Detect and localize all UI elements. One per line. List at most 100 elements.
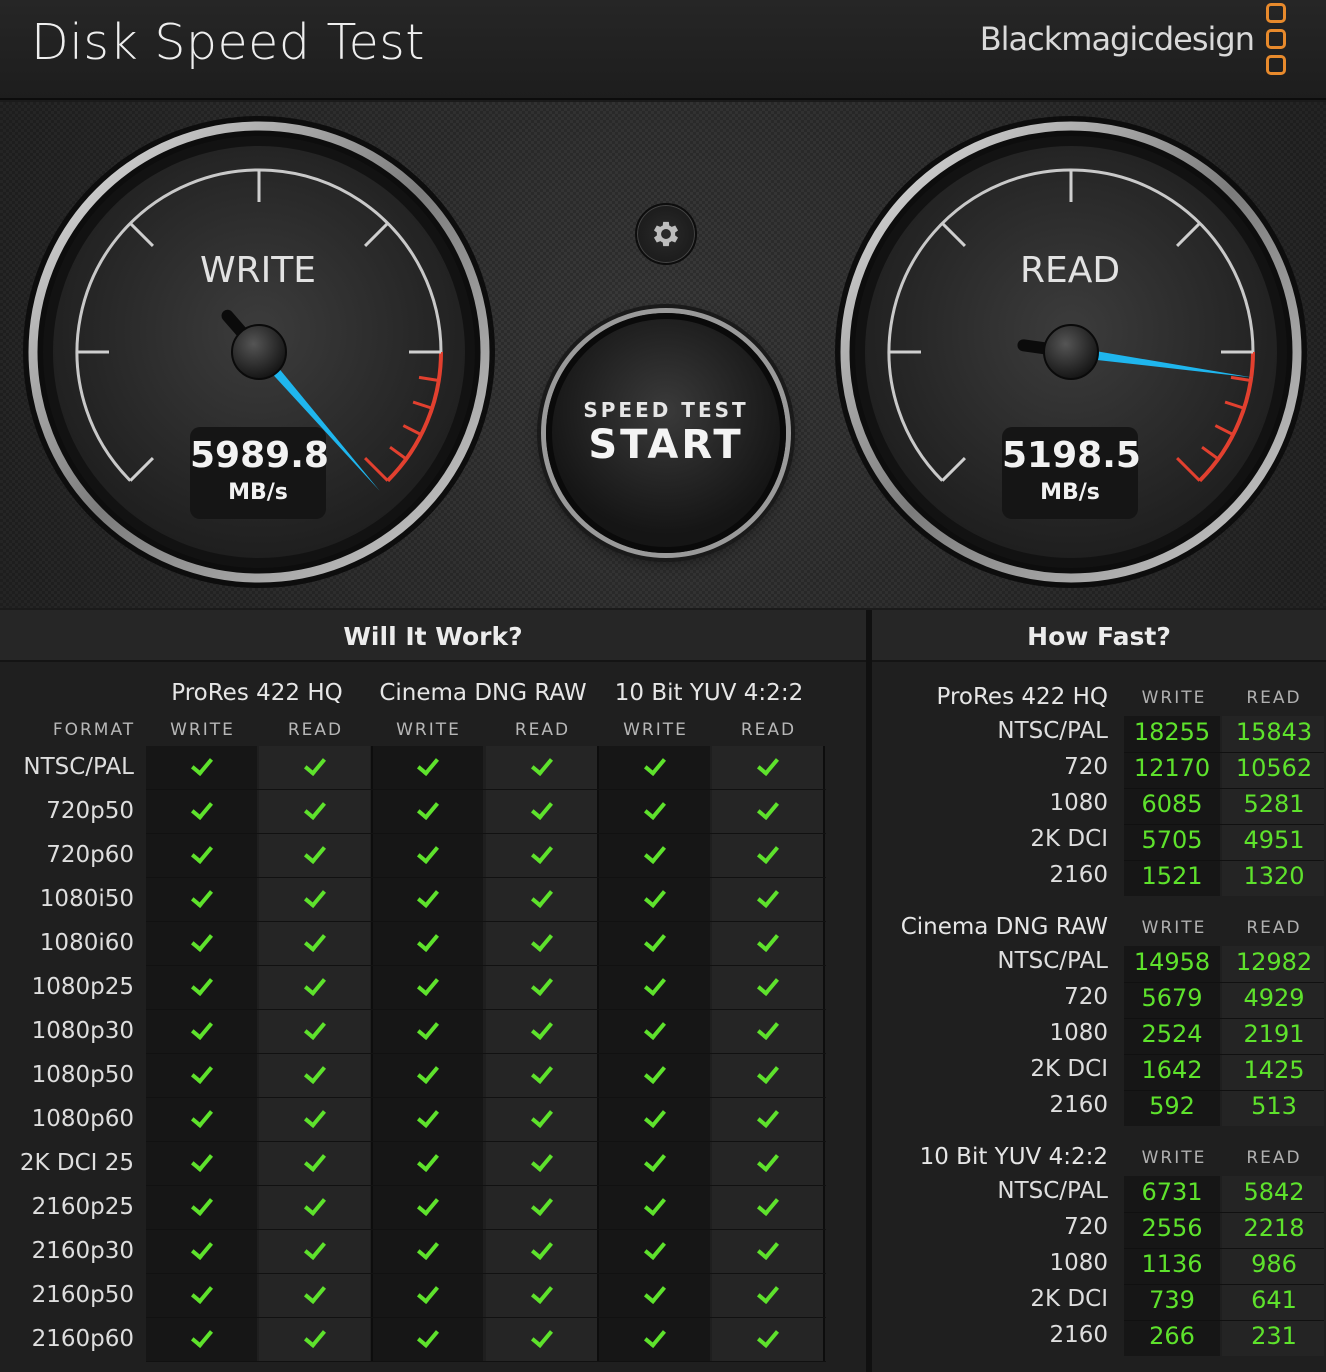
- format-caption: FORMAT: [52, 720, 136, 740]
- codec-header-2: 10 Bit YUV 4:2:2: [614, 680, 804, 706]
- check-icon: [643, 1017, 666, 1041]
- how-fast-panel: How Fast? ProRes 422 HQ WRITE READ NTSC/PAL…: [872, 610, 1326, 1372]
- check-cell: [486, 1318, 599, 1362]
- format-label-11: 2160p30: [31, 1238, 134, 1264]
- check-icon: [416, 753, 439, 777]
- how-fast-row-line: [1124, 1320, 1324, 1321]
- check-icon: [756, 1061, 779, 1085]
- check-cell: [372, 1274, 485, 1318]
- check-icon: [756, 929, 779, 953]
- check-cell: [599, 1274, 712, 1318]
- format-label-1: 720p50: [46, 798, 134, 824]
- how-fast-read-value: 1320: [1243, 862, 1305, 890]
- how-fast-read-value: 5842: [1243, 1178, 1305, 1206]
- how-fast-write-value: 6085: [1141, 790, 1203, 818]
- check-cell: [712, 1054, 825, 1098]
- how-fast-write-value: 5705: [1141, 826, 1203, 854]
- check-cell: [259, 1186, 372, 1230]
- check-cell: [486, 922, 599, 966]
- how-fast-write-value: 6731: [1141, 1178, 1203, 1206]
- check-icon: [416, 1325, 439, 1349]
- how-fast-row-label: 1080: [1049, 790, 1108, 816]
- check-cell: [599, 834, 712, 878]
- check-cell: [599, 1054, 712, 1098]
- read-caption-5: READ: [740, 720, 797, 740]
- check-cell: [146, 1274, 259, 1318]
- how-fast-row-label: 720: [1064, 1214, 1108, 1240]
- check-icon: [416, 973, 439, 997]
- how-fast-read-value: 231: [1251, 1322, 1297, 1350]
- check-icon: [303, 1149, 326, 1173]
- check-cell: [372, 790, 485, 834]
- check-cell: [486, 790, 599, 834]
- how-fast-row-label: 1080: [1049, 1020, 1108, 1046]
- check-cell: [486, 1142, 599, 1186]
- how-fast-write-value: 1136: [1141, 1250, 1203, 1278]
- check-icon: [643, 1237, 666, 1261]
- check-icon: [643, 1193, 666, 1217]
- check-icon: [190, 973, 213, 997]
- check-icon: [303, 1061, 326, 1085]
- check-cell: [712, 1230, 825, 1274]
- check-icon: [530, 1237, 553, 1261]
- check-cell: [259, 790, 372, 834]
- format-label-7: 1080p50: [31, 1062, 134, 1088]
- check-cell: [259, 1098, 372, 1142]
- check-cell: [712, 878, 825, 922]
- check-icon: [303, 1105, 326, 1129]
- check-icon: [303, 797, 326, 821]
- check-icon: [756, 797, 779, 821]
- check-cell: [599, 1230, 712, 1274]
- check-icon: [416, 1105, 439, 1129]
- settings-button[interactable]: [635, 203, 697, 265]
- write-caption-4: WRITE: [623, 720, 688, 740]
- check-icon: [756, 841, 779, 865]
- check-icon: [190, 1193, 213, 1217]
- how-fast-row-label: 2K DCI: [1030, 826, 1108, 852]
- check-icon: [416, 841, 439, 865]
- check-icon: [416, 1237, 439, 1261]
- format-label-6: 1080p30: [31, 1018, 134, 1044]
- how-fast-row-line: [1124, 1054, 1324, 1055]
- check-cell: [146, 834, 259, 878]
- check-icon: [530, 1061, 553, 1085]
- gauge-panel: WRITE READ 5989.8 MB/s 5198.5 MB/s SPEED…: [0, 102, 1326, 608]
- read-gauge-label: READ: [1019, 250, 1121, 291]
- check-cell: [372, 746, 485, 790]
- how-fast-read-value: 1425: [1243, 1056, 1305, 1084]
- how-fast-write-caption-0: WRITE: [1141, 688, 1207, 708]
- format-label-3: 1080i50: [39, 886, 134, 912]
- how-fast-row-label: NTSC/PAL: [997, 948, 1108, 974]
- how-fast-group-title-1: Cinema DNG RAW: [900, 914, 1108, 940]
- check-icon: [756, 1193, 779, 1217]
- check-cell: [712, 1010, 825, 1054]
- check-icon: [756, 1105, 779, 1129]
- check-cell: [486, 1186, 599, 1230]
- check-icon: [416, 885, 439, 909]
- check-cell: [372, 966, 485, 1010]
- how-fast-row-label: 2K DCI: [1030, 1056, 1108, 1082]
- how-fast-row-line: [1124, 752, 1324, 753]
- check-cell: [599, 1010, 712, 1054]
- check-cell: [712, 922, 825, 966]
- start-button[interactable]: SPEED TEST START: [546, 313, 786, 553]
- check-cell: [599, 1186, 712, 1230]
- how-fast-write-value: 5679: [1141, 984, 1203, 1012]
- check-icon: [756, 1237, 779, 1261]
- check-cell: [372, 1010, 485, 1054]
- check-icon: [530, 1105, 553, 1129]
- check-cell: [599, 1318, 712, 1362]
- start-button-caption: SPEED TEST: [583, 398, 749, 422]
- check-cell: [486, 1274, 599, 1318]
- check-icon: [530, 1281, 553, 1305]
- check-cell: [599, 1098, 712, 1142]
- how-fast-write-caption-2: WRITE: [1141, 1148, 1207, 1168]
- check-cell: [486, 834, 599, 878]
- check-icon: [416, 929, 439, 953]
- how-fast-read-value: 4951: [1243, 826, 1305, 854]
- blackmagic-logo-icon: [1266, 3, 1288, 77]
- check-cell: [486, 1098, 599, 1142]
- check-icon: [190, 1061, 213, 1085]
- read-readout: 5198.5 MB/s: [1002, 427, 1141, 519]
- check-icon: [756, 1017, 779, 1041]
